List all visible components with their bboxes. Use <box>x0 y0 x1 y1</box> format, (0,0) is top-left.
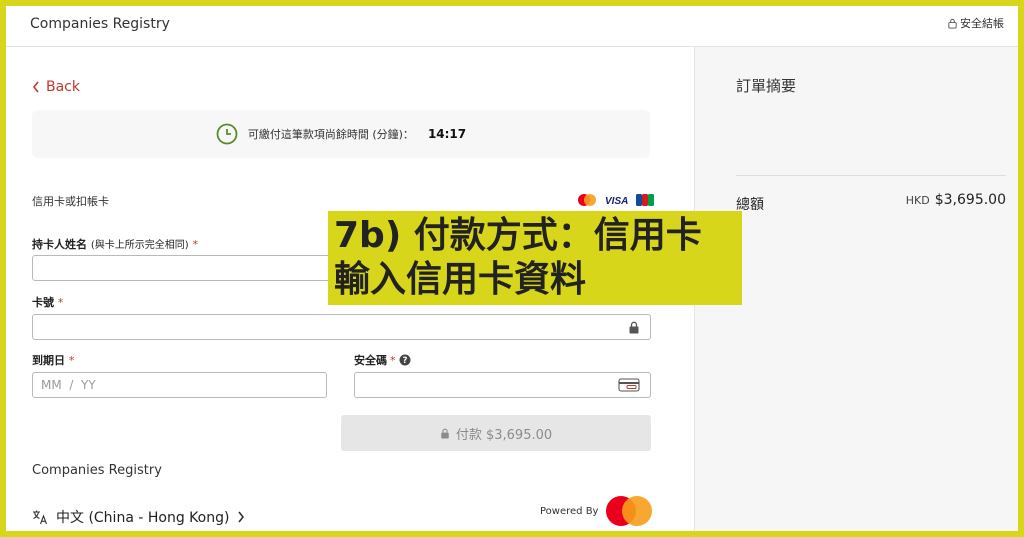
chevron-left-icon <box>32 81 39 93</box>
svg-text:?: ? <box>402 356 407 366</box>
chevron-right-icon <box>238 511 245 523</box>
lock-icon <box>629 321 639 334</box>
secure-checkout: 安全結帳 <box>947 15 1004 31</box>
order-summary-panel: 訂單摘要 總額 HKD $3,695.00 <box>694 47 1018 531</box>
translate-icon <box>33 510 48 525</box>
back-link[interactable]: Back <box>32 79 80 95</box>
summary-divider <box>736 175 1006 176</box>
timer-value: 14:17 <box>427 127 467 141</box>
clock-icon <box>216 123 238 145</box>
cvv-input[interactable] <box>354 372 651 398</box>
total-currency: HKD <box>905 194 930 207</box>
secure-checkout-label: 安全結帳 <box>960 17 1004 30</box>
expiry-label-text: 到期日 <box>32 354 65 367</box>
cardholder-label-sub: (與卡上所示完全相同) <box>90 240 189 251</box>
card-brand-logos: VISA <box>576 193 654 207</box>
card-number-label-text: 卡號 <box>32 296 54 309</box>
help-icon[interactable]: ? <box>399 354 411 366</box>
payment-method-label: 信用卡或扣帳卡 <box>32 195 109 208</box>
card-number-input[interactable] <box>32 314 651 340</box>
language-selector[interactable]: 中文 (China - Hong Kong) <box>32 507 245 527</box>
cardholder-name-label: 持卡人姓名 (與卡上所示完全相同) * <box>32 236 198 252</box>
cvv-label: 安全碼 * ? <box>354 352 411 368</box>
powered-by-label: Powered By <box>540 505 599 517</box>
expiry-label: 到期日 * <box>32 352 74 368</box>
pay-button-label: 付款 $3,695.00 <box>455 427 553 443</box>
annotation-line-2: 輸入信用卡資料 <box>334 259 587 300</box>
expiry-input[interactable] <box>32 372 327 398</box>
required-mark: * <box>68 354 75 367</box>
lock-icon <box>441 428 449 438</box>
cardholder-label-text: 持卡人姓名 <box>32 238 87 251</box>
jcb-icon <box>636 194 654 206</box>
total-value: HKD $3,695.00 <box>906 192 1006 208</box>
card-number-label: 卡號 * <box>32 294 63 310</box>
card-cvv-icon <box>618 378 640 392</box>
merchant-title: Companies Registry <box>30 16 170 32</box>
annotation-line-1: 7b) 付款方式：信用卡 <box>334 215 702 256</box>
order-summary-title: 訂單摘要 <box>736 77 797 95</box>
cardholder-name-input[interactable] <box>32 255 332 281</box>
timer-text: 可繳付這筆款項尚餘時間 (分鐘)： <box>247 128 414 141</box>
required-mark: * <box>57 296 64 309</box>
powered-by: Powered By <box>540 495 654 527</box>
lock-icon <box>948 18 957 29</box>
back-label: Back <box>46 79 80 95</box>
svg-text:VISA: VISA <box>605 196 628 207</box>
language-label: 中文 (China - Hong Kong) <box>56 510 230 526</box>
header: Companies Registry 安全結帳 <box>6 6 1018 47</box>
timer-box: 可繳付這筆款項尚餘時間 (分鐘)： 14:17 <box>32 110 650 158</box>
mastercard-icon <box>606 496 653 526</box>
pay-button[interactable]: 付款 $3,695.00 <box>341 415 651 451</box>
required-mark: * <box>390 353 396 367</box>
total-amount: $3,695.00 <box>934 192 1006 208</box>
required-mark: * <box>192 238 199 251</box>
footer-company: Companies Registry <box>32 463 162 478</box>
visa-icon: VISA <box>605 196 628 207</box>
annotation-overlay: 7b) 付款方式：信用卡 輸入信用卡資料 <box>328 211 742 305</box>
cvv-label-text: 安全碼 <box>354 354 387 367</box>
mastercard-icon <box>578 194 596 206</box>
